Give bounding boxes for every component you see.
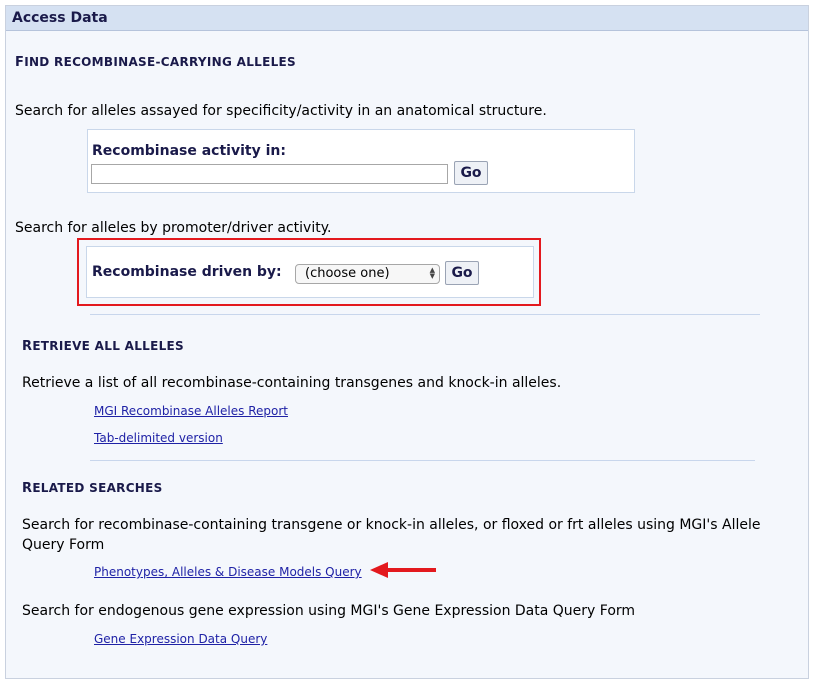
panel-title: Access Data — [12, 10, 108, 26]
find-alleles-heading-rest: IND RECOMBINASE-CARRYING ALLELES — [24, 55, 296, 69]
recombinase-activity-label: Recombinase activity in: — [92, 143, 286, 159]
tab-delimited-link[interactable]: Tab-delimited version — [94, 431, 223, 445]
recombinase-alleles-report-link[interactable]: MGI Recombinase Alleles Report — [94, 404, 288, 418]
panel-header: Access Data — [6, 6, 808, 31]
red-highlight-box — [77, 238, 541, 306]
section-divider — [90, 314, 760, 315]
gene-expression-query-link[interactable]: Gene Expression Data Query — [94, 632, 267, 646]
activity-go-button[interactable]: Go — [454, 161, 488, 185]
recombinase-activity-form: Recombinase activity in: Go — [87, 129, 635, 193]
retrieve-alleles-heading-initial: R — [22, 339, 33, 354]
phenotypes-alleles-query-link[interactable]: Phenotypes, Alleles & Disease Models Que… — [94, 565, 362, 579]
red-arrow-icon — [370, 562, 436, 578]
related-searches-heading: RELATED SEARCHES — [22, 481, 163, 496]
find-alleles-heading: FIND RECOMBINASE-CARRYING ALLELES — [15, 55, 296, 70]
section-divider — [90, 460, 755, 461]
expression-query-description: Search for endogenous gene expression us… — [22, 603, 636, 619]
related-searches-heading-initial: R — [22, 481, 33, 496]
driver-search-description: Search for alleles by promoter/driver ac… — [15, 220, 332, 236]
retrieve-alleles-heading-rest: ETRIEVE ALL ALLELES — [32, 339, 184, 353]
retrieve-description: Retrieve a list of all recombinase-conta… — [22, 375, 562, 391]
find-alleles-heading-initial: F — [15, 55, 25, 70]
anatomy-search-description: Search for alleles assayed for specifici… — [15, 103, 547, 119]
related-searches-heading-rest: ELATED SEARCHES — [32, 481, 163, 495]
recombinase-activity-input[interactable] — [91, 164, 448, 184]
retrieve-alleles-heading: RETRIEVE ALL ALLELES — [22, 339, 184, 354]
allele-query-description: Search for recombinase-containing transg… — [22, 517, 761, 533]
allele-query-description-line2: Query Form — [22, 537, 105, 553]
